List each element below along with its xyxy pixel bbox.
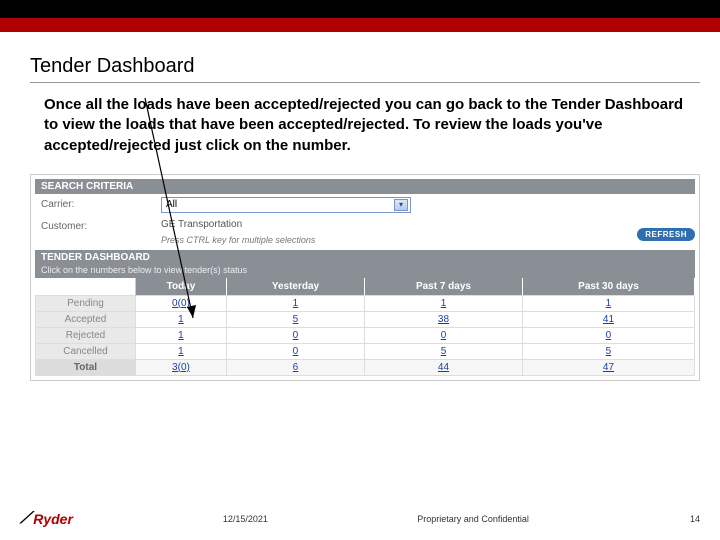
footer-date: 12/15/2021	[73, 514, 417, 524]
customer-row: Customer: GE Transportation	[35, 216, 695, 235]
cancelled-past30-link[interactable]: 5	[606, 346, 612, 357]
cancelled-past7-link[interactable]: 5	[441, 346, 447, 357]
top-black-bar	[0, 0, 720, 18]
instruction-text: Once all the loads have been accepted/re…	[30, 95, 700, 156]
table-row-total: Total 3(0) 6 44 47	[36, 359, 695, 375]
logo-mark-icon: ⟋	[20, 510, 31, 528]
col-past30: Past 30 days	[522, 278, 694, 296]
rejected-past30-link[interactable]: 0	[606, 330, 612, 341]
total-past7-link[interactable]: 44	[438, 362, 449, 373]
pending-past7-link[interactable]: 1	[441, 298, 447, 309]
rejected-past7-link[interactable]: 0	[441, 330, 447, 341]
accepted-yesterday-link[interactable]: 5	[293, 314, 299, 325]
accepted-past30-link[interactable]: 41	[603, 314, 614, 325]
pending-yesterday-link[interactable]: 1	[293, 298, 299, 309]
table-row: Rejected 1 0 0 0	[36, 327, 695, 343]
customer-value: GE Transportation	[161, 219, 689, 230]
rejected-today-link[interactable]: 1	[178, 330, 184, 341]
pending-past30-link[interactable]: 1	[606, 298, 612, 309]
carrier-select-value: All	[166, 199, 177, 210]
accepted-today-link[interactable]: 1	[178, 314, 184, 325]
tender-dashboard-header: TENDER DASHBOARD	[35, 250, 695, 265]
refresh-wrap: REFRESH	[637, 229, 695, 240]
row-label-rejected: Rejected	[36, 327, 136, 343]
accepted-past7-link[interactable]: 38	[438, 314, 449, 325]
logo-text: Ryder	[33, 511, 73, 527]
footer-confidential: Proprietary and Confidential	[417, 514, 670, 524]
carrier-select[interactable]: All ▾	[161, 197, 411, 213]
page-title: Tender Dashboard	[30, 55, 700, 83]
footer-page-number: 14	[670, 514, 700, 524]
row-label-cancelled: Cancelled	[36, 343, 136, 359]
row-label-total: Total	[36, 359, 136, 375]
dashboard-panel: SEARCH CRITERIA Carrier: All ▾ Customer:…	[30, 174, 700, 381]
table-row: Accepted 1 5 38 41	[36, 311, 695, 327]
pending-today-link[interactable]: 0(0)	[172, 298, 190, 309]
page-content: Tender Dashboard Once all the loads have…	[30, 55, 700, 381]
carrier-label: Carrier:	[41, 197, 151, 210]
ryder-logo: ⟋ Ryder	[20, 510, 73, 528]
col-blank	[36, 278, 136, 296]
customer-hint-row: Press CTRL key for multiple selections	[35, 235, 695, 248]
row-label-pending: Pending	[36, 295, 136, 311]
col-past7: Past 7 days	[365, 278, 523, 296]
cancelled-yesterday-link[interactable]: 0	[293, 346, 299, 357]
cancelled-today-link[interactable]: 1	[178, 346, 184, 357]
total-today-link[interactable]: 3(0)	[172, 362, 190, 373]
search-criteria-header: SEARCH CRITERIA	[35, 179, 695, 194]
table-row: Cancelled 1 0 5 5	[36, 343, 695, 359]
tender-dashboard-sub: Click on the numbers below to view tende…	[35, 264, 695, 278]
rejected-yesterday-link[interactable]: 0	[293, 330, 299, 341]
carrier-row: Carrier: All ▾	[35, 194, 695, 216]
customer-label: Customer:	[41, 219, 151, 232]
top-red-bar	[0, 18, 720, 32]
total-yesterday-link[interactable]: 6	[293, 362, 299, 373]
footer: ⟋ Ryder 12/15/2021 Proprietary and Confi…	[20, 510, 700, 528]
refresh-button[interactable]: REFRESH	[637, 228, 695, 241]
multi-select-hint: Press CTRL key for multiple selections	[161, 235, 689, 245]
row-label-accepted: Accepted	[36, 311, 136, 327]
carrier-field-wrap: All ▾	[161, 197, 689, 213]
table-row: Pending 0(0) 1 1 1	[36, 295, 695, 311]
chevron-down-icon: ▾	[394, 199, 408, 211]
col-yesterday: Yesterday	[226, 278, 364, 296]
total-past30-link[interactable]: 47	[603, 362, 614, 373]
tender-table: Today Yesterday Past 7 days Past 30 days…	[35, 278, 695, 376]
col-today: Today	[136, 278, 227, 296]
